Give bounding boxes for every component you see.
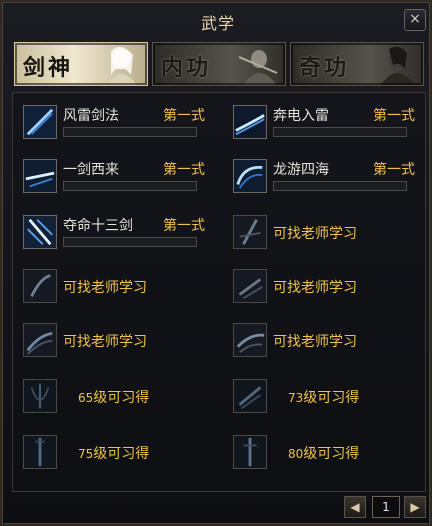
- skill-name: 龙游四海: [273, 162, 329, 178]
- lightning-strike-icon: [233, 105, 267, 139]
- required-level: 80: [288, 447, 304, 461]
- skills-panel: 风雷剑法 第一式 奔电入雷 第一式 一剑西来 第一式 龙游四海 第一式 夺命十三…: [12, 92, 426, 492]
- dragon-roam-icon: [233, 159, 267, 193]
- tab-qigong[interactable]: 奇功: [290, 42, 424, 86]
- skill-slot[interactable]: 75级可习得: [23, 435, 223, 483]
- level-locked-icon: [23, 435, 57, 469]
- level-requirement: 73级可习得: [288, 387, 359, 407]
- skill-name: 风雷剑法: [63, 108, 119, 124]
- locked-skill-icon: [233, 215, 267, 249]
- title-bar: 武学 ×: [8, 6, 428, 36]
- locked-skill-icon: [233, 269, 267, 303]
- skill-level: 第一式: [373, 162, 415, 178]
- prev-page-button[interactable]: ◀: [344, 496, 366, 518]
- thirteen-swords-icon: [23, 215, 57, 249]
- skill-progress-bar: [273, 127, 407, 137]
- locked-skill-icon: [233, 323, 267, 357]
- level-locked-icon: [23, 379, 57, 413]
- tab-bar: 剑神 内功 奇功: [14, 42, 424, 88]
- wind-thunder-sword-icon: [23, 105, 57, 139]
- skill-name: 奔电入雷: [273, 108, 329, 124]
- level-requirement: 75级可习得: [78, 443, 149, 463]
- skill-slot[interactable]: 可找老师学习: [233, 215, 432, 263]
- required-level: 75: [78, 447, 94, 461]
- level-locked-icon: [233, 435, 267, 469]
- required-level: 73: [288, 391, 304, 405]
- sword-from-west-icon: [23, 159, 57, 193]
- skill-level: 第一式: [373, 108, 415, 124]
- skill-level: 第一式: [163, 218, 205, 234]
- learn-hint: 可找老师学习: [273, 280, 357, 296]
- close-button[interactable]: ×: [404, 9, 426, 31]
- tab-jianshen[interactable]: 剑神: [14, 42, 148, 86]
- skill-slot[interactable]: 80级可习得: [233, 435, 432, 483]
- skill-level: 第一式: [163, 108, 205, 124]
- martial-arts-window: 武学 × 剑神 内功 奇功 风雷剑法 第一式 奔电入雷 第一式 一剑西来 第一式…: [0, 0, 432, 526]
- skill-slot[interactable]: 风雷剑法 第一式: [23, 105, 223, 153]
- skill-progress-bar: [63, 237, 197, 247]
- skill-progress-bar: [273, 181, 407, 191]
- pager: ◀ 1 ▶: [342, 494, 428, 520]
- tab-frame: [153, 43, 285, 85]
- requirement-text: 级可习得: [93, 446, 150, 462]
- requirement-text: 级可习得: [93, 390, 150, 406]
- skill-slot[interactable]: 可找老师学习: [23, 323, 223, 371]
- learn-hint: 可找老师学习: [63, 280, 147, 296]
- skill-slot[interactable]: 夺命十三剑 第一式: [23, 215, 223, 263]
- required-level: 65: [78, 391, 94, 405]
- requirement-text: 级可习得: [303, 446, 360, 462]
- learn-hint: 可找老师学习: [273, 334, 357, 350]
- skill-slot[interactable]: 奔电入雷 第一式: [233, 105, 432, 153]
- skill-slot[interactable]: 可找老师学习: [233, 269, 432, 317]
- skill-level: 第一式: [163, 162, 205, 178]
- requirement-text: 级可习得: [303, 390, 360, 406]
- level-requirement: 80级可习得: [288, 443, 359, 463]
- level-locked-icon: [233, 379, 267, 413]
- skill-slot[interactable]: 73级可习得: [233, 379, 432, 427]
- skill-name: 夺命十三剑: [63, 218, 133, 234]
- tab-frame: [15, 43, 147, 85]
- tab-frame: [291, 43, 423, 85]
- tab-neigong[interactable]: 内功: [152, 42, 286, 86]
- skill-name: 一剑西来: [63, 162, 119, 178]
- window-title: 武学: [200, 14, 235, 33]
- learn-hint: 可找老师学习: [63, 334, 147, 350]
- skill-slot[interactable]: 65级可习得: [23, 379, 223, 427]
- skill-slot[interactable]: 龙游四海 第一式: [233, 159, 432, 207]
- learn-hint: 可找老师学习: [273, 226, 357, 242]
- page-number: 1: [372, 496, 400, 518]
- skill-slot[interactable]: 可找老师学习: [233, 323, 432, 371]
- locked-skill-icon: [23, 269, 57, 303]
- locked-skill-icon: [23, 323, 57, 357]
- skill-progress-bar: [63, 181, 197, 191]
- skill-slot[interactable]: 可找老师学习: [23, 269, 223, 317]
- level-requirement: 65级可习得: [78, 387, 149, 407]
- skill-slot[interactable]: 一剑西来 第一式: [23, 159, 223, 207]
- next-page-button[interactable]: ▶: [404, 496, 426, 518]
- skill-progress-bar: [63, 127, 197, 137]
